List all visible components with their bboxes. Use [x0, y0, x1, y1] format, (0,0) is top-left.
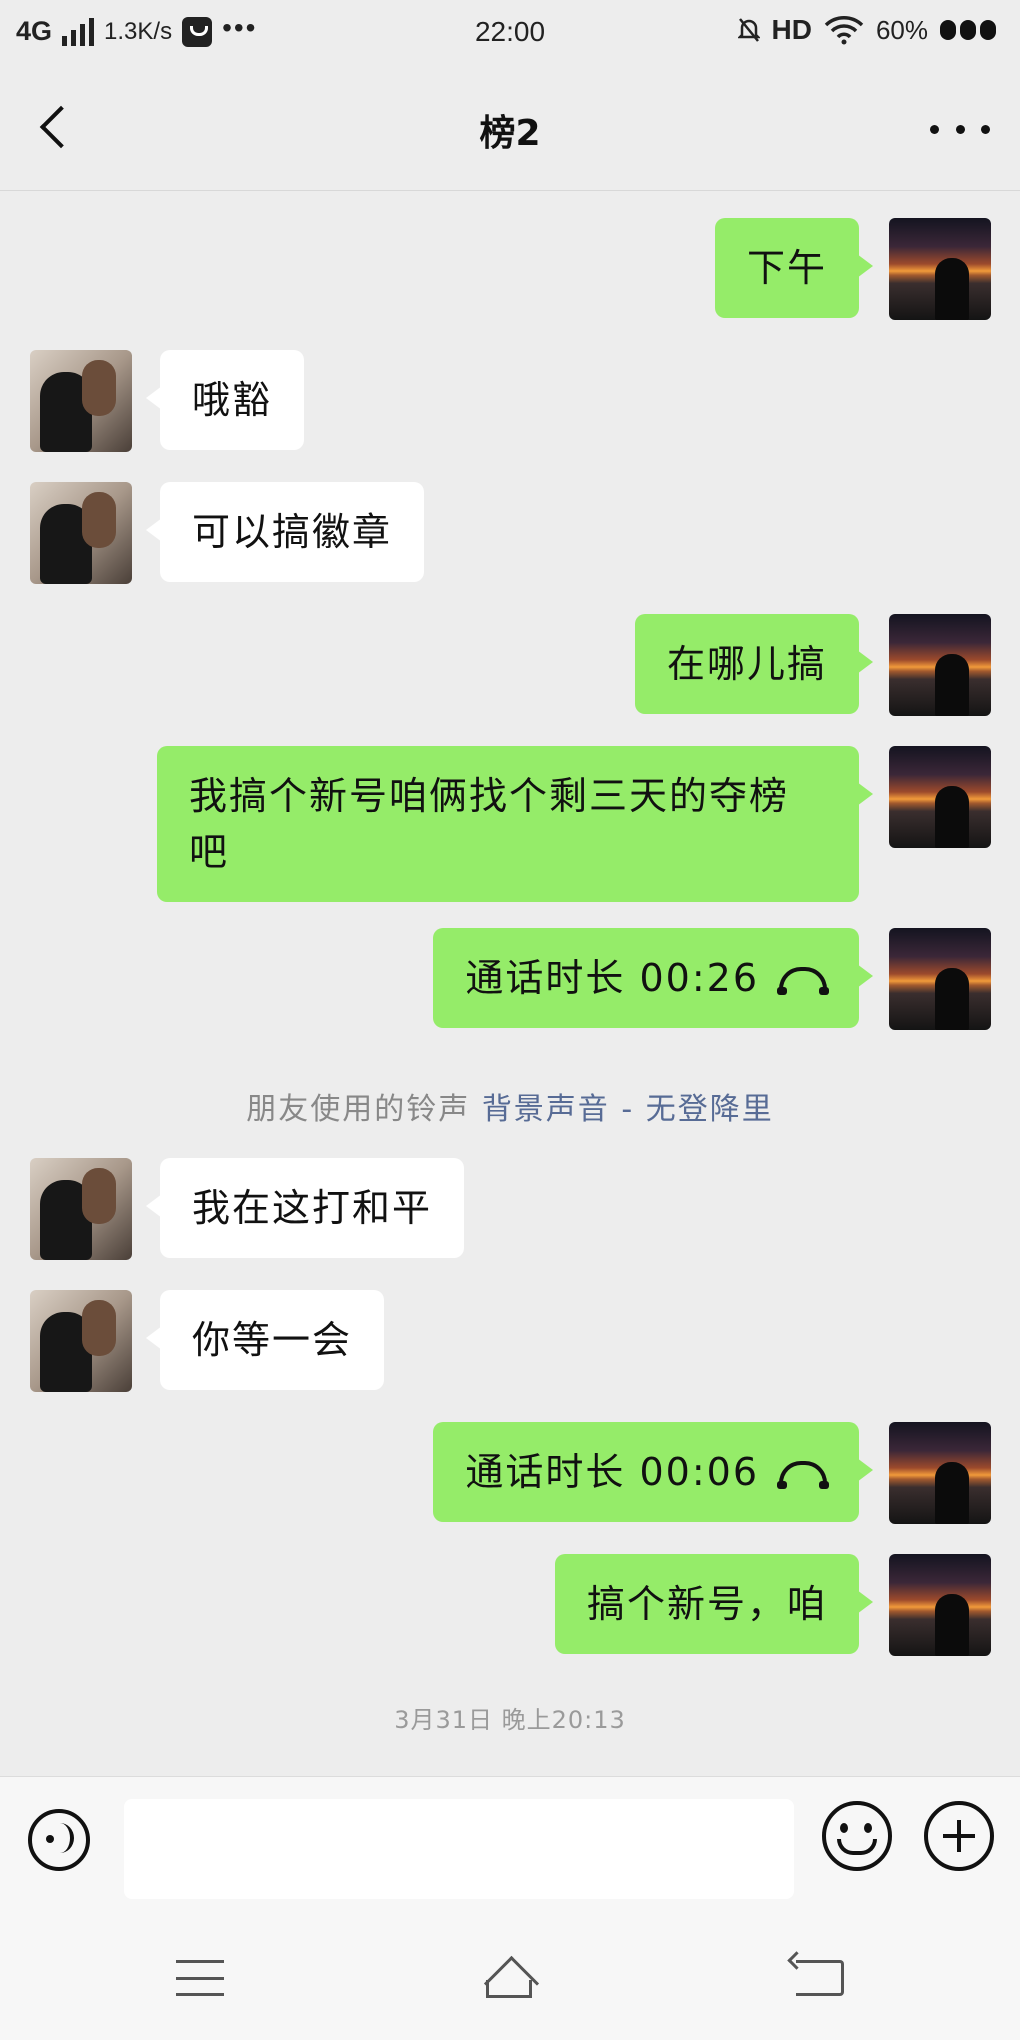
phone-icon [777, 1461, 829, 1489]
call-duration: 通话时长 00:06 [465, 1450, 759, 1494]
menu-icon[interactable] [176, 1960, 224, 1996]
phone-icon [777, 967, 829, 995]
message-row: 下午 [0, 218, 1020, 320]
message-row: 我搞个新号咱俩找个剩三天的夺榜吧 [0, 746, 1020, 902]
contact-avatar[interactable] [30, 350, 132, 452]
message-row: 我在这打和平 [0, 1158, 1020, 1260]
ringtone-link[interactable]: 背景声音 - 无登降里 [482, 1092, 774, 1127]
voice-call-bubble[interactable]: 通话时长 00:26 [433, 928, 873, 1028]
message-input[interactable] [124, 1799, 794, 1899]
contact-avatar[interactable] [30, 482, 132, 584]
input-bar [0, 1776, 1020, 1905]
message-timestamp: 3月31日 晚上20:13 [394, 1706, 626, 1734]
bell-muted-icon [737, 18, 760, 42]
my-avatar[interactable] [889, 1422, 991, 1524]
contact-avatar[interactable] [30, 1290, 132, 1392]
message-row: 在哪儿搞 [0, 614, 1020, 716]
home-icon[interactable] [478, 1958, 542, 1998]
message-bubble[interactable]: 我搞个新号咱俩找个剩三天的夺榜吧 [157, 746, 873, 902]
message-bubble[interactable]: 可以搞徽章 [145, 482, 425, 582]
chat-header: 榜2 [0, 66, 1020, 191]
ringtone-notice: 朋友使用的铃声 背景声音 - 无登降里 [0, 1084, 1020, 1128]
message-bubble[interactable]: 哦豁 [145, 350, 305, 450]
my-avatar[interactable] [889, 928, 991, 1030]
message-row: 哦豁 [0, 350, 1020, 452]
battery-level: 60% [875, 14, 928, 45]
voice-icon[interactable] [28, 1809, 90, 1871]
voice-call-bubble[interactable]: 通话时长 00:06 [433, 1422, 873, 1522]
my-avatar[interactable] [889, 218, 991, 320]
emoji-icon[interactable] [822, 1801, 892, 1871]
hd-indicator: HD [771, 14, 812, 45]
contact-avatar[interactable] [30, 1158, 132, 1260]
my-avatar[interactable] [889, 614, 991, 716]
battery-icon [940, 20, 996, 40]
my-avatar[interactable] [889, 746, 991, 848]
my-avatar[interactable] [889, 1554, 991, 1656]
message-row: 搞个新号，咱 [0, 1554, 1020, 1656]
message-row: 可以搞徽章 [0, 482, 1020, 584]
more-options-button[interactable] [930, 114, 990, 144]
call-duration: 通话时长 00:26 [465, 956, 759, 1000]
plus-icon[interactable] [924, 1801, 994, 1871]
message-bubble[interactable]: 在哪儿搞 [634, 614, 874, 714]
message-row: 通话时长 00:26 [0, 928, 1020, 1030]
system-nav-bar [0, 1904, 1020, 2040]
message-bubble[interactable]: 下午 [714, 218, 874, 318]
wifi-icon [824, 16, 864, 45]
message-bubble[interactable]: 搞个新号，咱 [554, 1554, 874, 1654]
status-bar: 4G 1.3K/s ••• 22:00 HD 60% [0, 0, 1020, 66]
chat-title: 榜2 [479, 113, 541, 154]
ringtone-notice-text: 朋友使用的铃声 [246, 1092, 471, 1127]
message-bubble[interactable]: 你等一会 [145, 1290, 385, 1390]
back-icon[interactable] [796, 1960, 844, 1996]
message-row: 通话时长 00:06 [0, 1422, 1020, 1524]
back-button[interactable] [30, 102, 80, 152]
message-row: 你等一会 [0, 1290, 1020, 1392]
message-bubble[interactable]: 我在这打和平 [145, 1158, 465, 1258]
